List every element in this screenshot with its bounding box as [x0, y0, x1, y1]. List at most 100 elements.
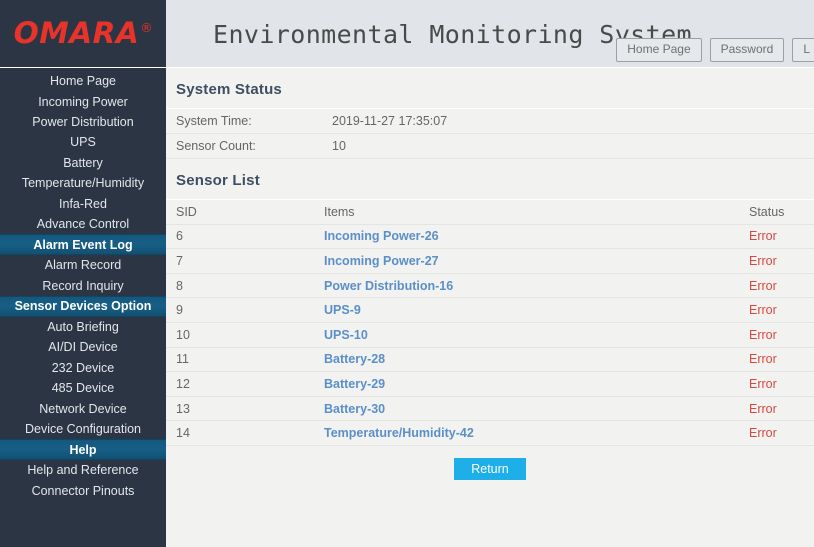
cell-sid: 8 [166, 273, 314, 298]
cell-status: Error [739, 273, 814, 298]
sensor-list-heading: Sensor List [166, 159, 814, 199]
sidebar-item-infa-red[interactable]: Infa-Red [0, 193, 166, 213]
status-badge: Error [749, 303, 777, 317]
sidebar-item-485-device[interactable]: 485 Device [0, 378, 166, 398]
cell-status: Error [739, 298, 814, 323]
cell-items: Incoming Power-26 [314, 224, 739, 249]
table-row: 14 Temperature/Humidity-42 Error [166, 421, 814, 446]
sidebar-item-advance-control[interactable]: Advance Control [0, 214, 166, 234]
logo-wordmark: OMARA [13, 16, 139, 50]
cell-items: UPS-9 [314, 298, 739, 323]
table-row: 10UPS-10Error [166, 322, 814, 347]
sidebar-item-power-distribution[interactable]: Power Distribution [0, 112, 166, 132]
sensor-item-link[interactable]: Power Distribution-16 [324, 279, 453, 293]
status-badge: Error [749, 402, 777, 416]
logout-button[interactable]: L [792, 38, 814, 62]
status-row: Sensor Count:10 [166, 134, 814, 159]
sensor-item-link[interactable]: Incoming Power-26 [324, 229, 439, 243]
sidebar-item-help[interactable]: Help [0, 439, 166, 460]
column-header-status: Status [739, 200, 814, 225]
cell-status: Error [739, 372, 814, 397]
status-value: 2019-11-27 17:35:07 [322, 109, 814, 134]
cell-sid: 7 [166, 249, 314, 274]
home-page-button[interactable]: Home Page [616, 38, 701, 62]
table-row: 8 Power Distribution-16 Error [166, 273, 814, 298]
cell-items: Battery-29 [314, 372, 739, 397]
sidebar-item-alarm-record[interactable]: Alarm Record [0, 255, 166, 275]
table-row: 7 Incoming Power-27 Error [166, 249, 814, 274]
sidebar-item-incoming-power[interactable]: Incoming Power [0, 91, 166, 111]
sidebar-item-alarm-event-log[interactable]: Alarm Event Log [0, 234, 166, 255]
sidebar-item-home-page[interactable]: Home Page [0, 71, 166, 91]
sidebar-item-sensor-devices-option[interactable]: Sensor Devices Option [0, 296, 166, 317]
cell-status: Error [739, 396, 814, 421]
table-row: 13 Battery-30 Error [166, 396, 814, 421]
return-button[interactable]: Return [454, 458, 526, 480]
cell-sid: 11 [166, 347, 314, 372]
cell-sid: 6 [166, 224, 314, 249]
sensor-item-link[interactable]: Incoming Power-27 [324, 254, 439, 268]
sidebar-item-battery[interactable]: Battery [0, 153, 166, 173]
table-row: 12 Battery-29 Error [166, 372, 814, 397]
status-badge: Error [749, 229, 777, 243]
sensor-item-link[interactable]: Temperature/Humidity-42 [324, 426, 474, 440]
sidebar-item-device-configuration[interactable]: Device Configuration [0, 419, 166, 439]
sidebar-navigation: Home PageIncoming PowerPower Distributio… [0, 68, 166, 547]
sidebar-item-232-device[interactable]: 232 Device [0, 358, 166, 378]
system-status-table: System Time:2019-11-27 17:35:07Sensor Co… [166, 108, 814, 159]
sidebar-item-record-inquiry[interactable]: Record Inquiry [0, 276, 166, 296]
sidebar-item-network-device[interactable]: Network Device [0, 398, 166, 418]
sidebar-item-auto-briefing[interactable]: Auto Briefing [0, 317, 166, 337]
header-button-group: Home Page Password L [616, 38, 814, 62]
top-header-bar: OMARA® Environmental Monitoring System H… [0, 0, 814, 68]
sensor-item-link[interactable]: UPS-9 [324, 303, 361, 317]
sensor-item-link[interactable]: Battery-28 [324, 352, 385, 366]
sidebar-item-ups[interactable]: UPS [0, 132, 166, 152]
status-badge: Error [749, 254, 777, 268]
sidebar-item-temperature-humidity[interactable]: Temperature/Humidity [0, 173, 166, 193]
sensor-item-link[interactable]: Battery-30 [324, 402, 385, 416]
status-badge: Error [749, 328, 777, 342]
sensor-list-table: SID Items Status 6 Incoming Power-26 Error… [166, 199, 814, 446]
sensor-item-link[interactable]: Battery-29 [324, 377, 385, 391]
cell-items: Power Distribution-16 [314, 273, 739, 298]
cell-items: Incoming Power-27 [314, 249, 739, 274]
cell-status: Error [739, 322, 814, 347]
cell-status: Error [739, 347, 814, 372]
sidebar-item-connector-pinouts[interactable]: Connector Pinouts [0, 481, 166, 501]
brand-logo: OMARA® [0, 0, 166, 67]
cell-sid: 12 [166, 372, 314, 397]
registered-trademark-icon: ® [140, 21, 153, 35]
cell-sid: 14 [166, 421, 314, 446]
column-header-sid: SID [166, 200, 314, 225]
status-row: System Time:2019-11-27 17:35:07 [166, 109, 814, 134]
sidebar-item-ai-di-device[interactable]: AI/DI Device [0, 337, 166, 357]
sensor-item-link[interactable]: UPS-10 [324, 328, 368, 342]
cell-status: Error [739, 224, 814, 249]
status-label: System Time: [166, 109, 322, 134]
cell-sid: 13 [166, 396, 314, 421]
cell-items: Battery-28 [314, 347, 739, 372]
password-button[interactable]: Password [710, 38, 785, 62]
status-badge: Error [749, 426, 777, 440]
status-label: Sensor Count: [166, 134, 322, 159]
table-header-row: SID Items Status [166, 200, 814, 225]
table-row: 11 Battery-28 Error [166, 347, 814, 372]
sidebar-item-help-and-reference[interactable]: Help and Reference [0, 460, 166, 480]
cell-status: Error [739, 249, 814, 274]
status-badge: Error [749, 352, 777, 366]
table-row: 9 UPS-9 Error [166, 298, 814, 323]
cell-status: Error [739, 421, 814, 446]
cell-sid: 9 [166, 298, 314, 323]
cell-items: UPS-10 [314, 322, 739, 347]
table-row: 6 Incoming Power-26 Error [166, 224, 814, 249]
cell-items: Battery-30 [314, 396, 739, 421]
system-status-heading: System Status [166, 68, 814, 108]
cell-items: Temperature/Humidity-42 [314, 421, 739, 446]
column-header-items: Items [314, 200, 739, 225]
status-badge: Error [749, 279, 777, 293]
main-content: System Status System Time:2019-11-27 17:… [166, 68, 814, 547]
logo-text: OMARA® [13, 19, 152, 48]
status-value: 10 [322, 134, 814, 159]
app-root: OMARA® Environmental Monitoring System H… [0, 0, 814, 547]
